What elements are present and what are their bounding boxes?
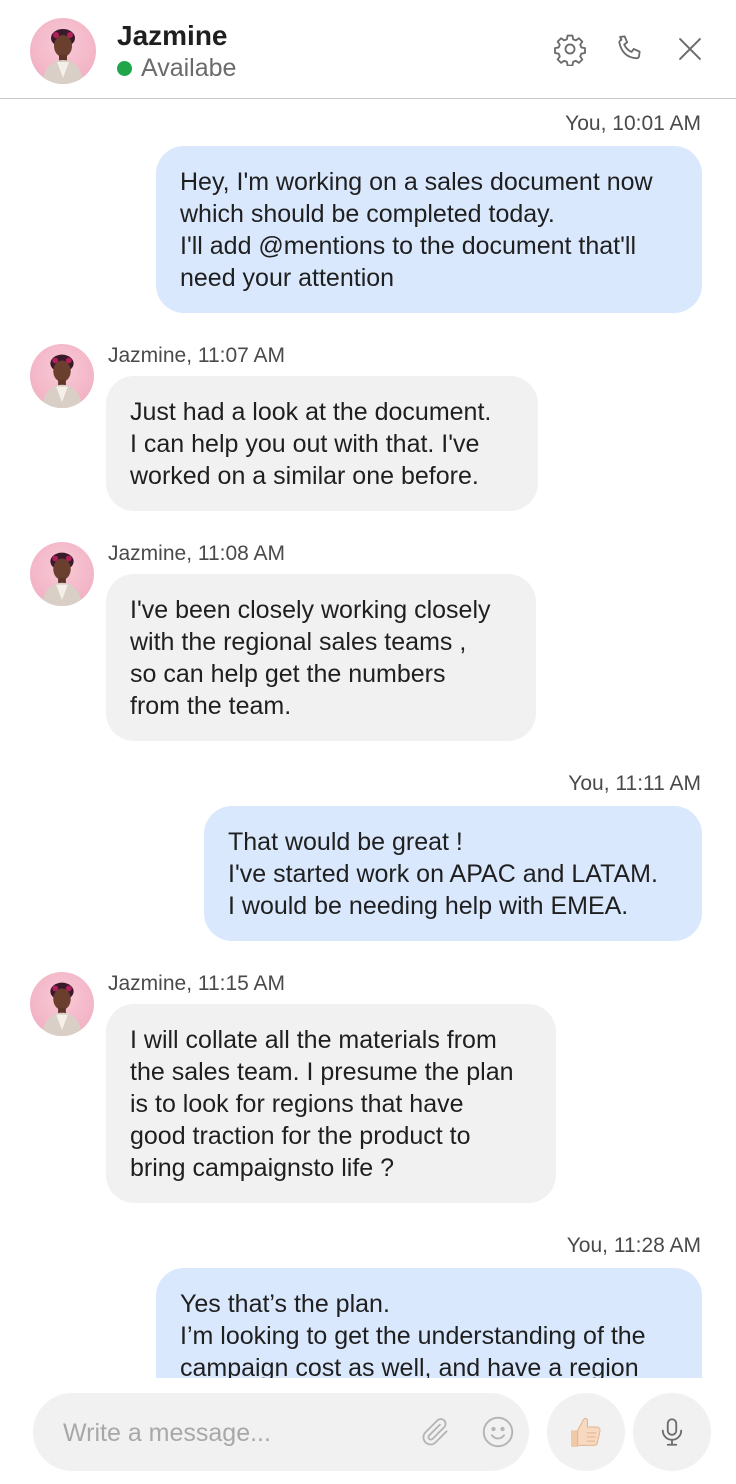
- message-bubble-outgoing[interactable]: Yes that’s the plan. I’m looking to get …: [156, 1268, 702, 1378]
- message-bubble-incoming[interactable]: I will collate all the materials from th…: [106, 1004, 556, 1203]
- status-indicator: [117, 61, 132, 76]
- avatar-portrait: [41, 552, 83, 606]
- phone-icon[interactable]: [611, 30, 649, 68]
- microphone-button[interactable]: [633, 1393, 711, 1471]
- message-input[interactable]: [61, 1393, 405, 1473]
- message-bubble-incoming[interactable]: Just had a look at the document. I can h…: [106, 376, 538, 511]
- status-text: Availabe: [141, 54, 237, 82]
- avatar[interactable]: [30, 18, 96, 84]
- emoji-icon[interactable]: [479, 1413, 517, 1451]
- message-bubble-outgoing[interactable]: Hey, I'm working on a sales document now…: [156, 146, 702, 313]
- message-composer: [0, 1378, 736, 1484]
- message-list[interactable]: You, 10:01 AM Hey, I'm working on a sale…: [0, 99, 736, 1378]
- message-meta: Jazmine, 11:07 AM: [108, 344, 286, 367]
- avatar[interactable]: [30, 972, 94, 1036]
- avatar[interactable]: [30, 344, 94, 408]
- gear-icon[interactable]: [551, 30, 589, 68]
- message-bubble-outgoing[interactable]: That would be great ! I've started work …: [204, 806, 702, 941]
- chat-window: Jazmine Availabe You, 10:01 AM Hey, I'm …: [0, 0, 736, 1484]
- contact-name: Jazmine: [117, 20, 228, 51]
- microphone-icon: [661, 1418, 683, 1446]
- avatar-portrait: [41, 354, 83, 408]
- thumbs-up-button[interactable]: [547, 1393, 625, 1471]
- message-meta: You, 11:11 AM: [568, 772, 701, 795]
- message-meta: You, 10:01 AM: [565, 112, 701, 135]
- message-bubble-incoming[interactable]: I've been closely working closely with t…: [106, 574, 536, 741]
- avatar-portrait: [42, 29, 84, 84]
- chat-header: Jazmine Availabe: [0, 0, 736, 99]
- close-icon[interactable]: [671, 30, 709, 68]
- message-meta: Jazmine, 11:08 AM: [108, 542, 286, 565]
- thumbs-up-icon: [571, 1417, 601, 1447]
- paperclip-icon[interactable]: [417, 1413, 455, 1451]
- message-meta: You, 11:28 AM: [566, 1234, 701, 1257]
- avatar-portrait: [41, 982, 83, 1036]
- avatar[interactable]: [30, 542, 94, 606]
- message-input-container: [33, 1393, 529, 1473]
- message-meta: Jazmine, 11:15 AM: [108, 972, 286, 995]
